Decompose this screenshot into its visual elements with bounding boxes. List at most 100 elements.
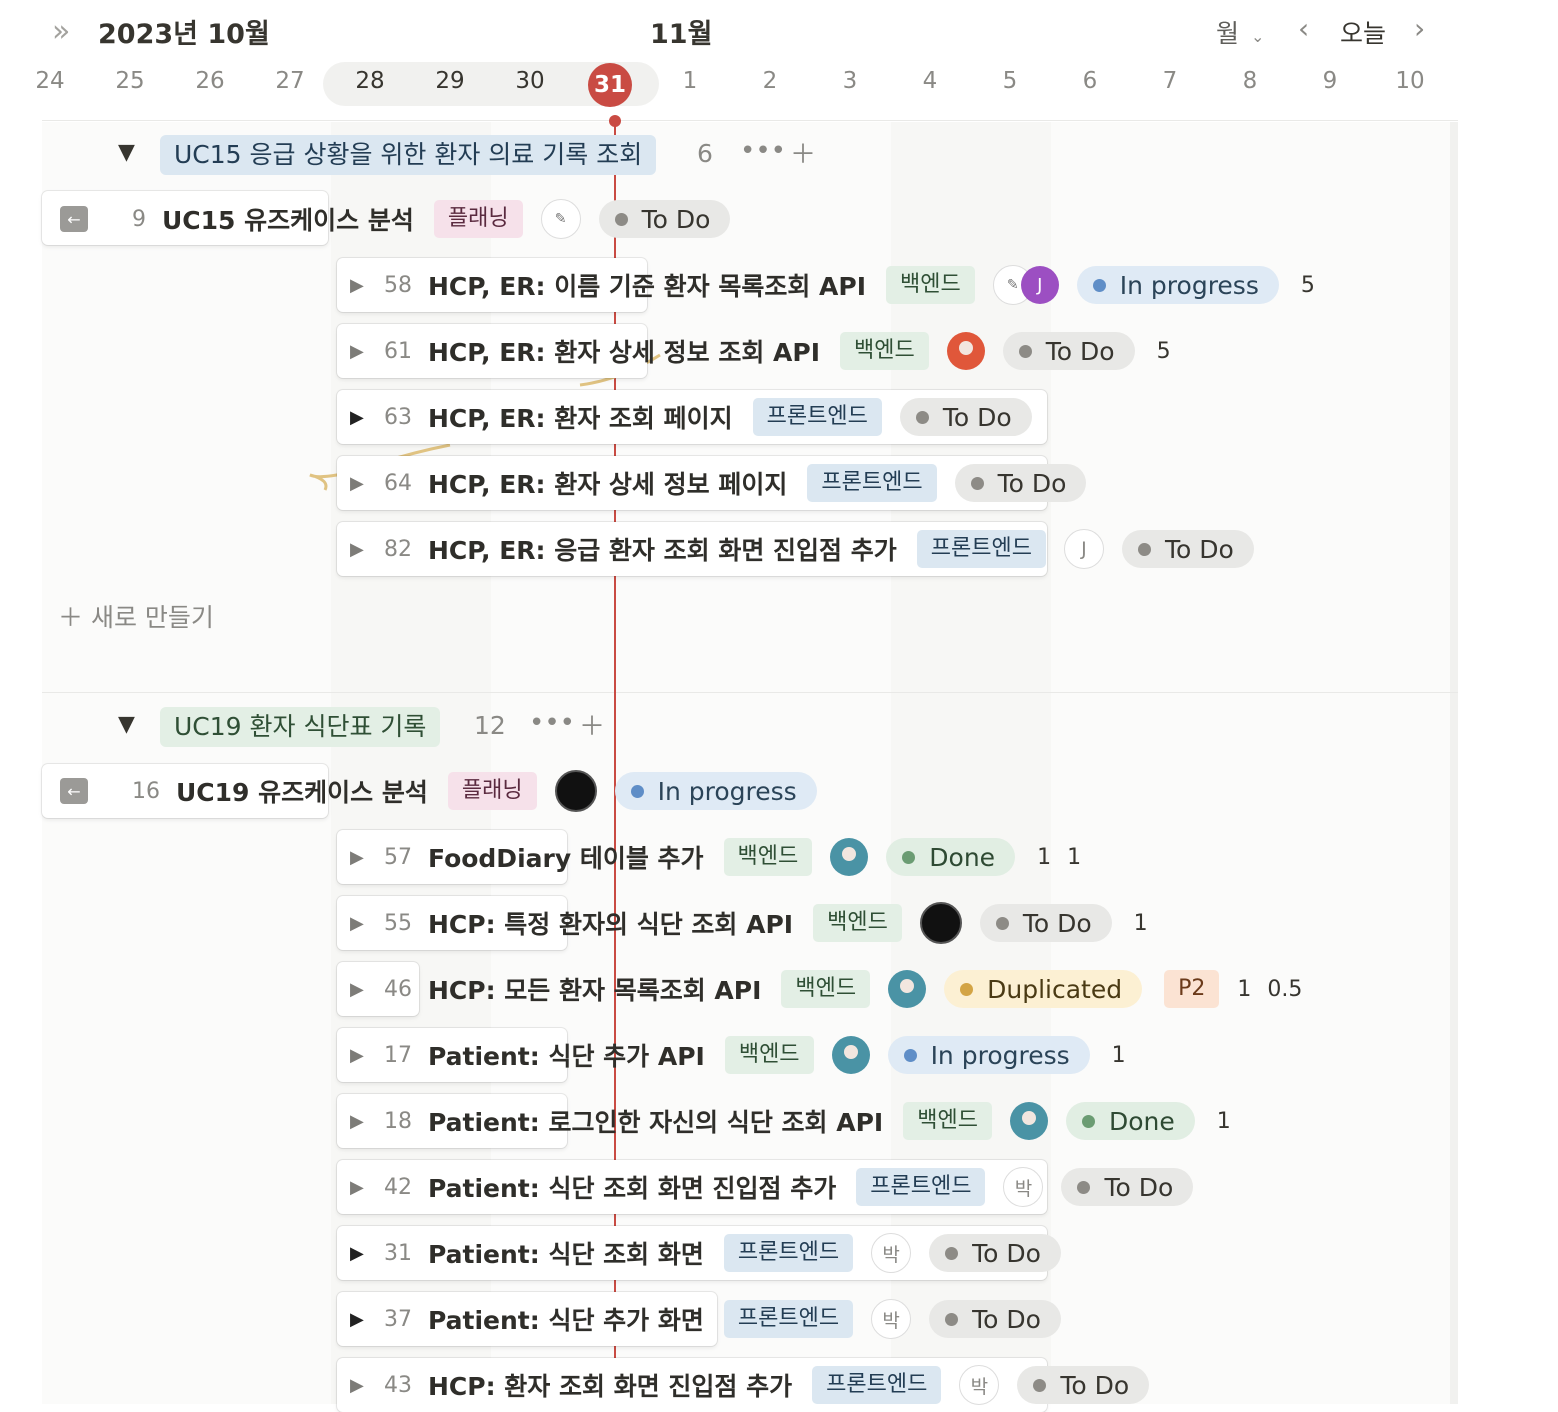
expand-triangle-icon[interactable]: ▶ — [350, 847, 384, 868]
day-number: 7 — [1162, 68, 1178, 94]
expand-triangle-icon[interactable]: ▶ — [350, 1375, 384, 1396]
expand-triangle-icon[interactable]: ▶ — [350, 473, 384, 494]
tag: 플래닝 — [447, 772, 537, 810]
task-title[interactable]: Patient: 식단 조회 화면 진입점 추가 — [428, 1169, 836, 1205]
status-badge: To Do — [1121, 530, 1254, 568]
avatar: 박 — [871, 1233, 912, 1273]
arrow-left-icon[interactable]: ← — [60, 206, 88, 232]
arrow-left-icon[interactable]: ← — [60, 778, 88, 804]
group-collapse-toggle[interactable]: ▼ — [118, 140, 135, 165]
extra-value: 1 — [1111, 1042, 1126, 1068]
expand-triangle-icon[interactable]: ▶ — [350, 1309, 384, 1330]
tag: 백엔드 — [840, 332, 929, 370]
status-badge: To Do — [1061, 1168, 1194, 1206]
new-item-button[interactable]: ＋ 새로 만들기 — [58, 598, 214, 634]
extra-value: 1 — [1133, 910, 1148, 936]
plus-icon: ＋ — [58, 603, 84, 632]
avatar — [831, 1036, 870, 1074]
header-divider — [42, 120, 1458, 121]
expand-triangle-icon[interactable]: ▶ — [350, 275, 384, 296]
avatar — [919, 902, 962, 944]
tag: 프론트엔드 — [752, 398, 882, 436]
timeline-edge — [1450, 122, 1458, 1404]
task-title[interactable]: HCP, ER: 환자 조회 페이지 — [428, 399, 733, 435]
task-title[interactable]: Patient: 식단 추가 화면 — [428, 1301, 704, 1337]
avatar: J — [1063, 529, 1104, 569]
task-title[interactable]: HCP, ER: 이름 기준 환자 목록조회 API — [428, 267, 866, 303]
task-title[interactable]: HCP: 특정 환자의 식단 조회 API — [428, 905, 793, 941]
task-number: 18 — [384, 1108, 412, 1134]
group-divider — [42, 692, 1458, 693]
task-title[interactable]: HCP: 환자 조회 화면 진입점 추가 — [428, 1367, 792, 1403]
expand-triangle-icon[interactable]: ▶ — [350, 913, 384, 934]
avatar: ✎ — [540, 199, 581, 239]
chevron-right-icon[interactable]: › — [1414, 12, 1425, 45]
extra-value: 5 — [1156, 338, 1171, 364]
avatar: 박 — [959, 1365, 1000, 1405]
tag: 프론트엔드 — [916, 530, 1046, 568]
task-number: 46 — [384, 976, 412, 1002]
more-options-icon[interactable]: ••• — [529, 708, 575, 738]
task-title[interactable]: FoodDiary 테이블 추가 — [428, 839, 704, 875]
task-title[interactable]: HCP, ER: 환자 상세 정보 페이지 — [428, 465, 787, 501]
expand-triangle-icon[interactable]: ▶ — [350, 1111, 384, 1132]
day-number: 28 — [355, 68, 385, 94]
day-number: 9 — [1322, 68, 1338, 94]
expand-triangle-icon[interactable]: ▶ — [350, 1243, 384, 1264]
avatar — [888, 970, 927, 1008]
day-number: 24 — [35, 68, 65, 94]
task-number: 57 — [384, 844, 412, 870]
status-badge: To Do — [929, 1234, 1061, 1272]
task-title[interactable]: HCP, ER: 환자 상세 정보 조회 API — [428, 333, 820, 369]
day-number: 10 — [1395, 68, 1425, 94]
tag: 백엔드 — [886, 266, 975, 304]
group-collapse-toggle[interactable]: ▼ — [118, 712, 135, 737]
status-badge: To Do — [1002, 332, 1135, 370]
day-number: 6 — [1082, 68, 1098, 94]
today-dot — [609, 115, 621, 127]
add-icon[interactable]: ＋ — [790, 134, 816, 171]
task-number: 58 — [384, 272, 412, 298]
tag: 백엔드 — [813, 904, 902, 942]
status-badge: To Do — [929, 1300, 1061, 1338]
view-selector[interactable]: 월 ⌄ — [1216, 14, 1264, 50]
task-title[interactable]: UC15 유즈케이스 분석 — [162, 201, 414, 237]
add-icon[interactable]: ＋ — [579, 706, 605, 743]
day-number: 30 — [515, 68, 545, 94]
task-number: 42 — [384, 1174, 412, 1200]
task-number: 17 — [384, 1042, 412, 1068]
tag: 프론트엔드 — [723, 1234, 854, 1272]
day-number: 1 — [682, 68, 698, 94]
status-badge: To Do — [899, 398, 1032, 436]
next-month-label: 11월 — [650, 19, 713, 50]
day-number: 25 — [115, 68, 145, 94]
task-title[interactable]: Patient: 식단 추가 API — [428, 1037, 705, 1073]
tag: 프론트엔드 — [723, 1300, 854, 1338]
extra-value: 0.5 — [1267, 976, 1303, 1002]
avatar — [946, 332, 985, 370]
today-button[interactable]: 오늘 — [1340, 14, 1386, 50]
expand-triangle-icon[interactable]: ▶ — [350, 539, 384, 560]
group-title[interactable]: UC15 응급 상황을 위한 환자 의료 기록 조회 — [160, 135, 657, 175]
task-number: 55 — [384, 910, 412, 936]
expand-triangle-icon[interactable]: ▶ — [350, 341, 384, 362]
more-options-icon[interactable]: ••• — [740, 136, 786, 166]
tag: 프론트엔드 — [812, 1366, 942, 1404]
expand-triangle-icon[interactable]: ▶ — [350, 1177, 384, 1198]
group-title[interactable]: UC19 환자 식단표 기록 — [160, 707, 441, 747]
status-badge: To Do — [1017, 1366, 1150, 1404]
expand-triangle-icon[interactable]: ▶ — [350, 407, 384, 428]
day-number: 26 — [195, 68, 225, 94]
task-title[interactable]: Patient: 식단 조회 화면 — [428, 1235, 704, 1271]
status-badge: In progress — [614, 772, 817, 810]
task-title[interactable]: UC19 유즈케이스 분석 — [176, 773, 428, 809]
chevron-left-icon[interactable]: ‹ — [1298, 12, 1309, 45]
expand-triangle-icon[interactable]: ▶ — [350, 1045, 384, 1066]
task-title[interactable]: HCP: 모든 환자 목록조회 API — [428, 971, 761, 1007]
day-number: 4 — [922, 68, 938, 94]
day-number: 29 — [435, 68, 465, 94]
double-chevron-right-icon[interactable]: » — [52, 14, 70, 49]
expand-triangle-icon[interactable]: ▶ — [350, 979, 384, 1000]
task-title[interactable]: Patient: 로그인한 자신의 식단 조회 API — [428, 1103, 883, 1139]
task-title[interactable]: HCP, ER: 응급 환자 조회 화면 진입점 추가 — [428, 531, 897, 567]
